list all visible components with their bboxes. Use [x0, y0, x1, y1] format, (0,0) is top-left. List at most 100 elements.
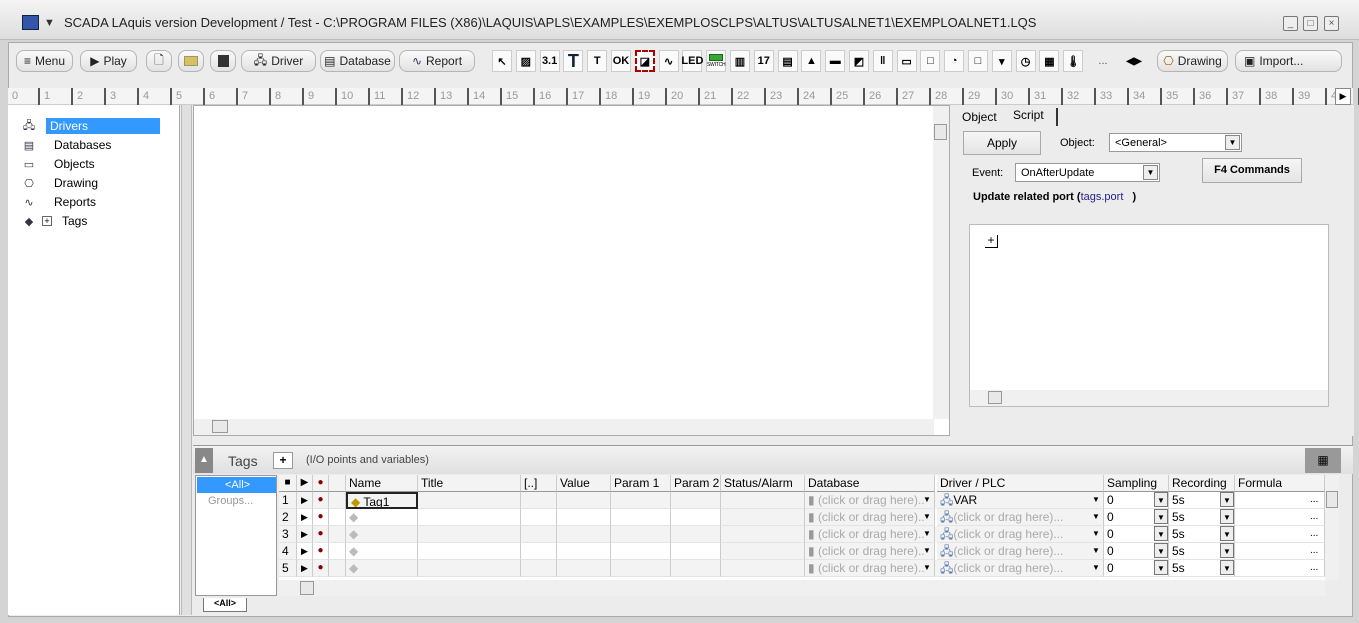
database-cell[interactable]: ▮ (click or drag here).. ▼: [805, 560, 935, 577]
ruler-column-10[interactable]: 10: [335, 88, 368, 105]
formula-cell[interactable]: ...: [1235, 492, 1325, 509]
chevron-down-icon[interactable]: ▼: [1089, 526, 1103, 541]
formula-edit-button[interactable]: ...: [1310, 509, 1324, 525]
recording-select[interactable]: 5s ▼: [1169, 526, 1235, 543]
row-expand-arrow-icon[interactable]: ▶: [297, 560, 313, 577]
brackets-cell[interactable]: [521, 509, 557, 526]
driver-cell[interactable]: 🖧VAR ▼: [937, 492, 1104, 509]
chevron-down-icon[interactable]: ▼: [1220, 560, 1234, 575]
palette-scroll-arrows-icon[interactable]: ◀▶: [1120, 50, 1148, 72]
value-cell[interactable]: [557, 560, 611, 577]
table-row[interactable]: 3 ▶ ● ◆ ▮ (click or drag here).. ▼ 🖧(click or…: [279, 526, 1325, 543]
driver-cell[interactable]: 🖧(click or drag here)... ▼: [937, 509, 1104, 526]
status-alarm-cell[interactable]: [721, 543, 805, 560]
ruler-column-4[interactable]: 4: [137, 88, 170, 105]
param2-cell[interactable]: [671, 509, 721, 526]
tool-image-icon[interactable]: ▨: [515, 50, 536, 72]
ruler-column-31[interactable]: 31: [1028, 88, 1061, 105]
groups-link[interactable]: Groups...: [208, 495, 253, 507]
brackets-cell[interactable]: [521, 560, 557, 577]
table-row[interactable]: 1 ▶ ● ◆ Tag1 ▮ (click or drag here).. ▼ 🖧VAR ▼ 0…: [279, 492, 1325, 509]
ruler-column-14[interactable]: 14: [467, 88, 500, 105]
event-select[interactable]: OnAfterUpdate ▼: [1015, 163, 1160, 182]
ruler-column-34[interactable]: 34: [1127, 88, 1160, 105]
tool-rect-icon[interactable]: □: [920, 50, 941, 72]
title-cell[interactable]: [418, 560, 521, 577]
column-header[interactable]: Param 2: [671, 475, 721, 492]
table-row[interactable]: 5 ▶ ● ◆ ▮ (click or drag here).. ▼ 🖧(click or…: [279, 560, 1325, 577]
tool-dial-icon[interactable]: ◔: [944, 50, 965, 72]
chevron-down-icon[interactable]: ▼: [1220, 543, 1234, 558]
formula-edit-button[interactable]: ...: [1310, 492, 1324, 508]
tag-name-cell[interactable]: ◆: [346, 526, 418, 543]
brackets-cell[interactable]: [521, 492, 557, 509]
ruler-column-15[interactable]: 15: [500, 88, 533, 105]
sampling-select[interactable]: 0 ▼: [1104, 492, 1169, 509]
ruler-column-0[interactable]: 0: [8, 88, 38, 105]
ruler-column-3[interactable]: 3: [104, 88, 137, 105]
sampling-select[interactable]: 0 ▼: [1104, 509, 1169, 526]
chevron-down-icon[interactable]: ▼: [1220, 526, 1234, 541]
ruler-column-22[interactable]: 22: [731, 88, 764, 105]
ruler-column-16[interactable]: 16: [533, 88, 566, 105]
open-folder-button[interactable]: [178, 50, 204, 72]
column-header[interactable]: Param 1: [611, 475, 671, 492]
ruler-column-7[interactable]: 7: [236, 88, 269, 105]
column-header[interactable]: Database: [805, 475, 935, 492]
tab-object[interactable]: Object: [962, 110, 997, 124]
tool-thermometer-icon[interactable]: 🌡: [1063, 50, 1084, 72]
tool-chart-icon[interactable]: ◩: [849, 50, 869, 72]
ruler-column-12[interactable]: 12: [401, 88, 434, 105]
column-header[interactable]: Recording: [1169, 475, 1235, 492]
value-cell[interactable]: [557, 543, 611, 560]
tool-alarm-icon[interactable]: ▲: [801, 50, 822, 72]
tool-gauge-bar-icon[interactable]: ‖: [872, 50, 893, 72]
menu-button[interactable]: ≡ Menu: [16, 50, 73, 72]
tree-item-reports[interactable]: ∿ Reports: [22, 193, 100, 211]
column-header[interactable]: Driver / PLC: [937, 475, 1104, 492]
ruler-column-32[interactable]: 32: [1061, 88, 1094, 105]
chevron-down-icon[interactable]: ▼: [1220, 509, 1234, 524]
chevron-down-icon[interactable]: ▼: [1154, 509, 1168, 524]
title-cell[interactable]: [418, 543, 521, 560]
script-editor[interactable]: +: [969, 224, 1329, 407]
tree-item-objects[interactable]: ▭ Objects: [22, 155, 99, 173]
brackets-cell[interactable]: [521, 543, 557, 560]
row-expand-arrow-icon[interactable]: ▶: [297, 526, 313, 543]
recording-select[interactable]: 5s ▼: [1169, 509, 1235, 526]
ruler-scroll-right-icon[interactable]: ▶: [1335, 88, 1351, 105]
tool-t-icon[interactable]: T: [587, 50, 608, 72]
param2-cell[interactable]: [671, 560, 721, 577]
ruler-column-2[interactable]: 2: [71, 88, 104, 105]
chevron-down-icon[interactable]: ▼: [920, 526, 934, 541]
tool-t-icon[interactable]: T: [563, 50, 584, 72]
column-header[interactable]: ●: [313, 475, 329, 492]
tool-led-icon[interactable]: LED: [681, 50, 703, 72]
tool-switch-icon[interactable]: SWITCH: [706, 50, 727, 72]
tab-script[interactable]: Script: [1008, 108, 1058, 126]
chevron-down-icon[interactable]: ▼: [1154, 492, 1168, 507]
table-row[interactable]: 4 ▶ ● ◆ ▮ (click or drag here).. ▼ 🖧(click or…: [279, 543, 1325, 560]
ruler-column-18[interactable]: 18: [599, 88, 632, 105]
tool-combo-icon[interactable]: ▾: [991, 50, 1012, 72]
title-cell[interactable]: [418, 492, 521, 509]
value-cell[interactable]: [557, 526, 611, 543]
expand-icon[interactable]: +: [985, 234, 998, 248]
database-cell[interactable]: ▮ (click or drag here).. ▼: [805, 543, 935, 560]
column-header[interactable]: ■: [279, 475, 297, 492]
database-cell[interactable]: ▮ (click or drag here).. ▼: [805, 509, 935, 526]
column-header[interactable]: Sampling: [1104, 475, 1169, 492]
canvas-horizontal-scrollbar[interactable]: [194, 419, 934, 435]
tool-pointer-icon[interactable]: ↖: [492, 50, 512, 72]
close-button[interactable]: ×: [1324, 16, 1339, 31]
chevron-down-icon[interactable]: ▼: [1089, 543, 1103, 558]
column-header[interactable]: ▶: [297, 475, 313, 492]
brackets-cell[interactable]: [521, 526, 557, 543]
ruler-column-33[interactable]: 33: [1094, 88, 1127, 105]
tool-bar-icon[interactable]: ▬: [825, 50, 846, 72]
tool-trend-icon[interactable]: ∿: [658, 50, 679, 72]
chevron-down-icon[interactable]: ▼: [1154, 526, 1168, 541]
param1-cell[interactable]: [611, 560, 671, 577]
ruler-column-26[interactable]: 26: [863, 88, 896, 105]
status-alarm-cell[interactable]: [721, 492, 805, 509]
